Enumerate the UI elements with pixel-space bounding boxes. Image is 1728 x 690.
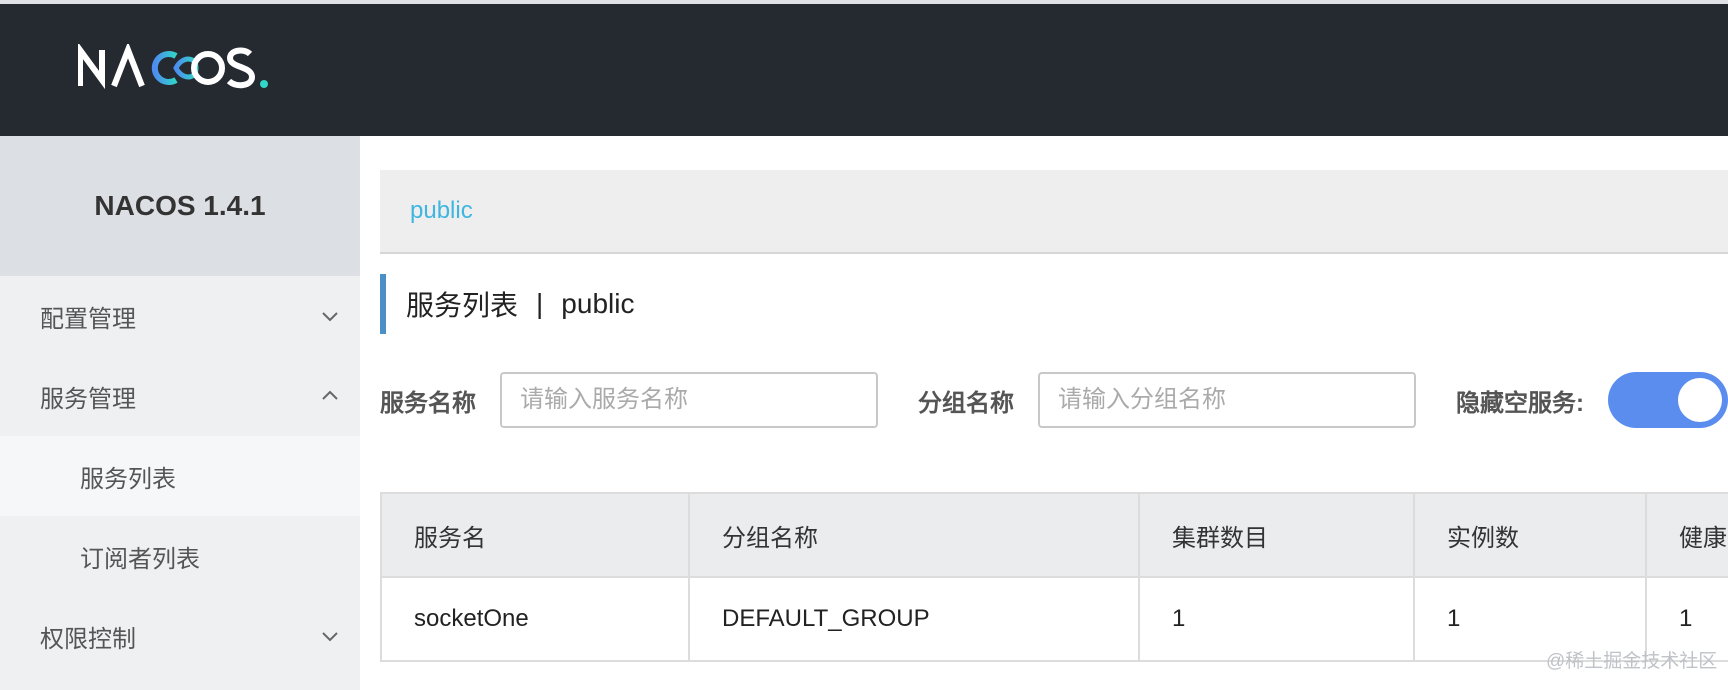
sidebar-item-access-control[interactable]: 权限控制	[0, 596, 360, 676]
sidebar-item-service-management[interactable]: 服务管理	[0, 356, 360, 436]
top-header	[0, 4, 1728, 136]
column-header-healthy: 健康	[1645, 492, 1728, 578]
sidebar-subitem-label: 服务列表	[80, 465, 176, 493]
cell-service-name: socketOne	[380, 576, 690, 662]
chevron-down-icon	[322, 632, 338, 642]
sidebar: NACOS 1.4.1 配置管理 服务管理 服务列表 订阅者列表 权限控制	[0, 136, 360, 690]
column-header-group-name: 分组名称	[688, 492, 1140, 578]
sidebar-subitem-label: 订阅者列表	[80, 545, 200, 573]
cell-group-name: DEFAULT_GROUP	[688, 576, 1140, 662]
service-name-input[interactable]	[500, 372, 878, 428]
nacos-logo-icon	[78, 44, 268, 90]
column-header-instance-count: 实例数	[1413, 492, 1647, 578]
chevron-up-icon	[322, 390, 338, 400]
hide-empty-services-toggle[interactable]	[1608, 372, 1728, 428]
sidebar-subitem-service-list[interactable]: 服务列表	[0, 436, 360, 516]
cell-cluster-count: 1	[1138, 576, 1415, 662]
toggle-knob	[1678, 378, 1722, 422]
group-name-label: 分组名称	[918, 389, 1014, 417]
page-title-namespace: public	[561, 288, 635, 319]
table-header-row: 服务名 分组名称 集群数目 实例数 健康	[380, 492, 1728, 578]
chevron-down-icon	[322, 312, 338, 322]
main-content: public 服务列表 | public 服务名称 分组名称 隐藏空服务:	[360, 136, 1728, 690]
sidebar-item-config-management[interactable]: 配置管理	[0, 276, 360, 356]
column-header-service-name: 服务名	[380, 492, 690, 578]
nacos-logo[interactable]	[78, 44, 278, 92]
watermark: @稀土掘金技术社区	[1546, 651, 1718, 672]
table-row[interactable]: socketOne DEFAULT_GROUP 1 1 1	[380, 576, 1728, 662]
namespace-bar: public	[380, 170, 1728, 254]
page-title-separator: |	[536, 288, 544, 319]
page: NACOS 1.4.1 配置管理 服务管理 服务列表 订阅者列表 权限控制 pu…	[0, 0, 1728, 690]
column-header-cluster-count: 集群数目	[1138, 492, 1415, 578]
namespace-link-public[interactable]: public	[410, 197, 473, 225]
service-name-label: 服务名称	[380, 389, 476, 417]
filter-bar: 服务名称 分组名称 隐藏空服务:	[380, 372, 1728, 428]
sidebar-item-label: 服务管理	[40, 385, 136, 413]
version-title: NACOS 1.4.1	[0, 136, 360, 276]
service-table: 服务名 分组名称 集群数目 实例数 健康 socketOne DEFAULT_G…	[380, 492, 1728, 662]
hide-empty-services-label: 隐藏空服务:	[1456, 389, 1584, 417]
page-title: 服务列表 | public	[380, 274, 634, 334]
group-name-input[interactable]	[1038, 372, 1416, 428]
sidebar-item-label: 权限控制	[40, 625, 136, 653]
page-title-section: 服务列表	[406, 290, 519, 321]
sidebar-item-label: 配置管理	[40, 305, 136, 333]
sidebar-subitem-subscriber-list[interactable]: 订阅者列表	[0, 516, 360, 596]
